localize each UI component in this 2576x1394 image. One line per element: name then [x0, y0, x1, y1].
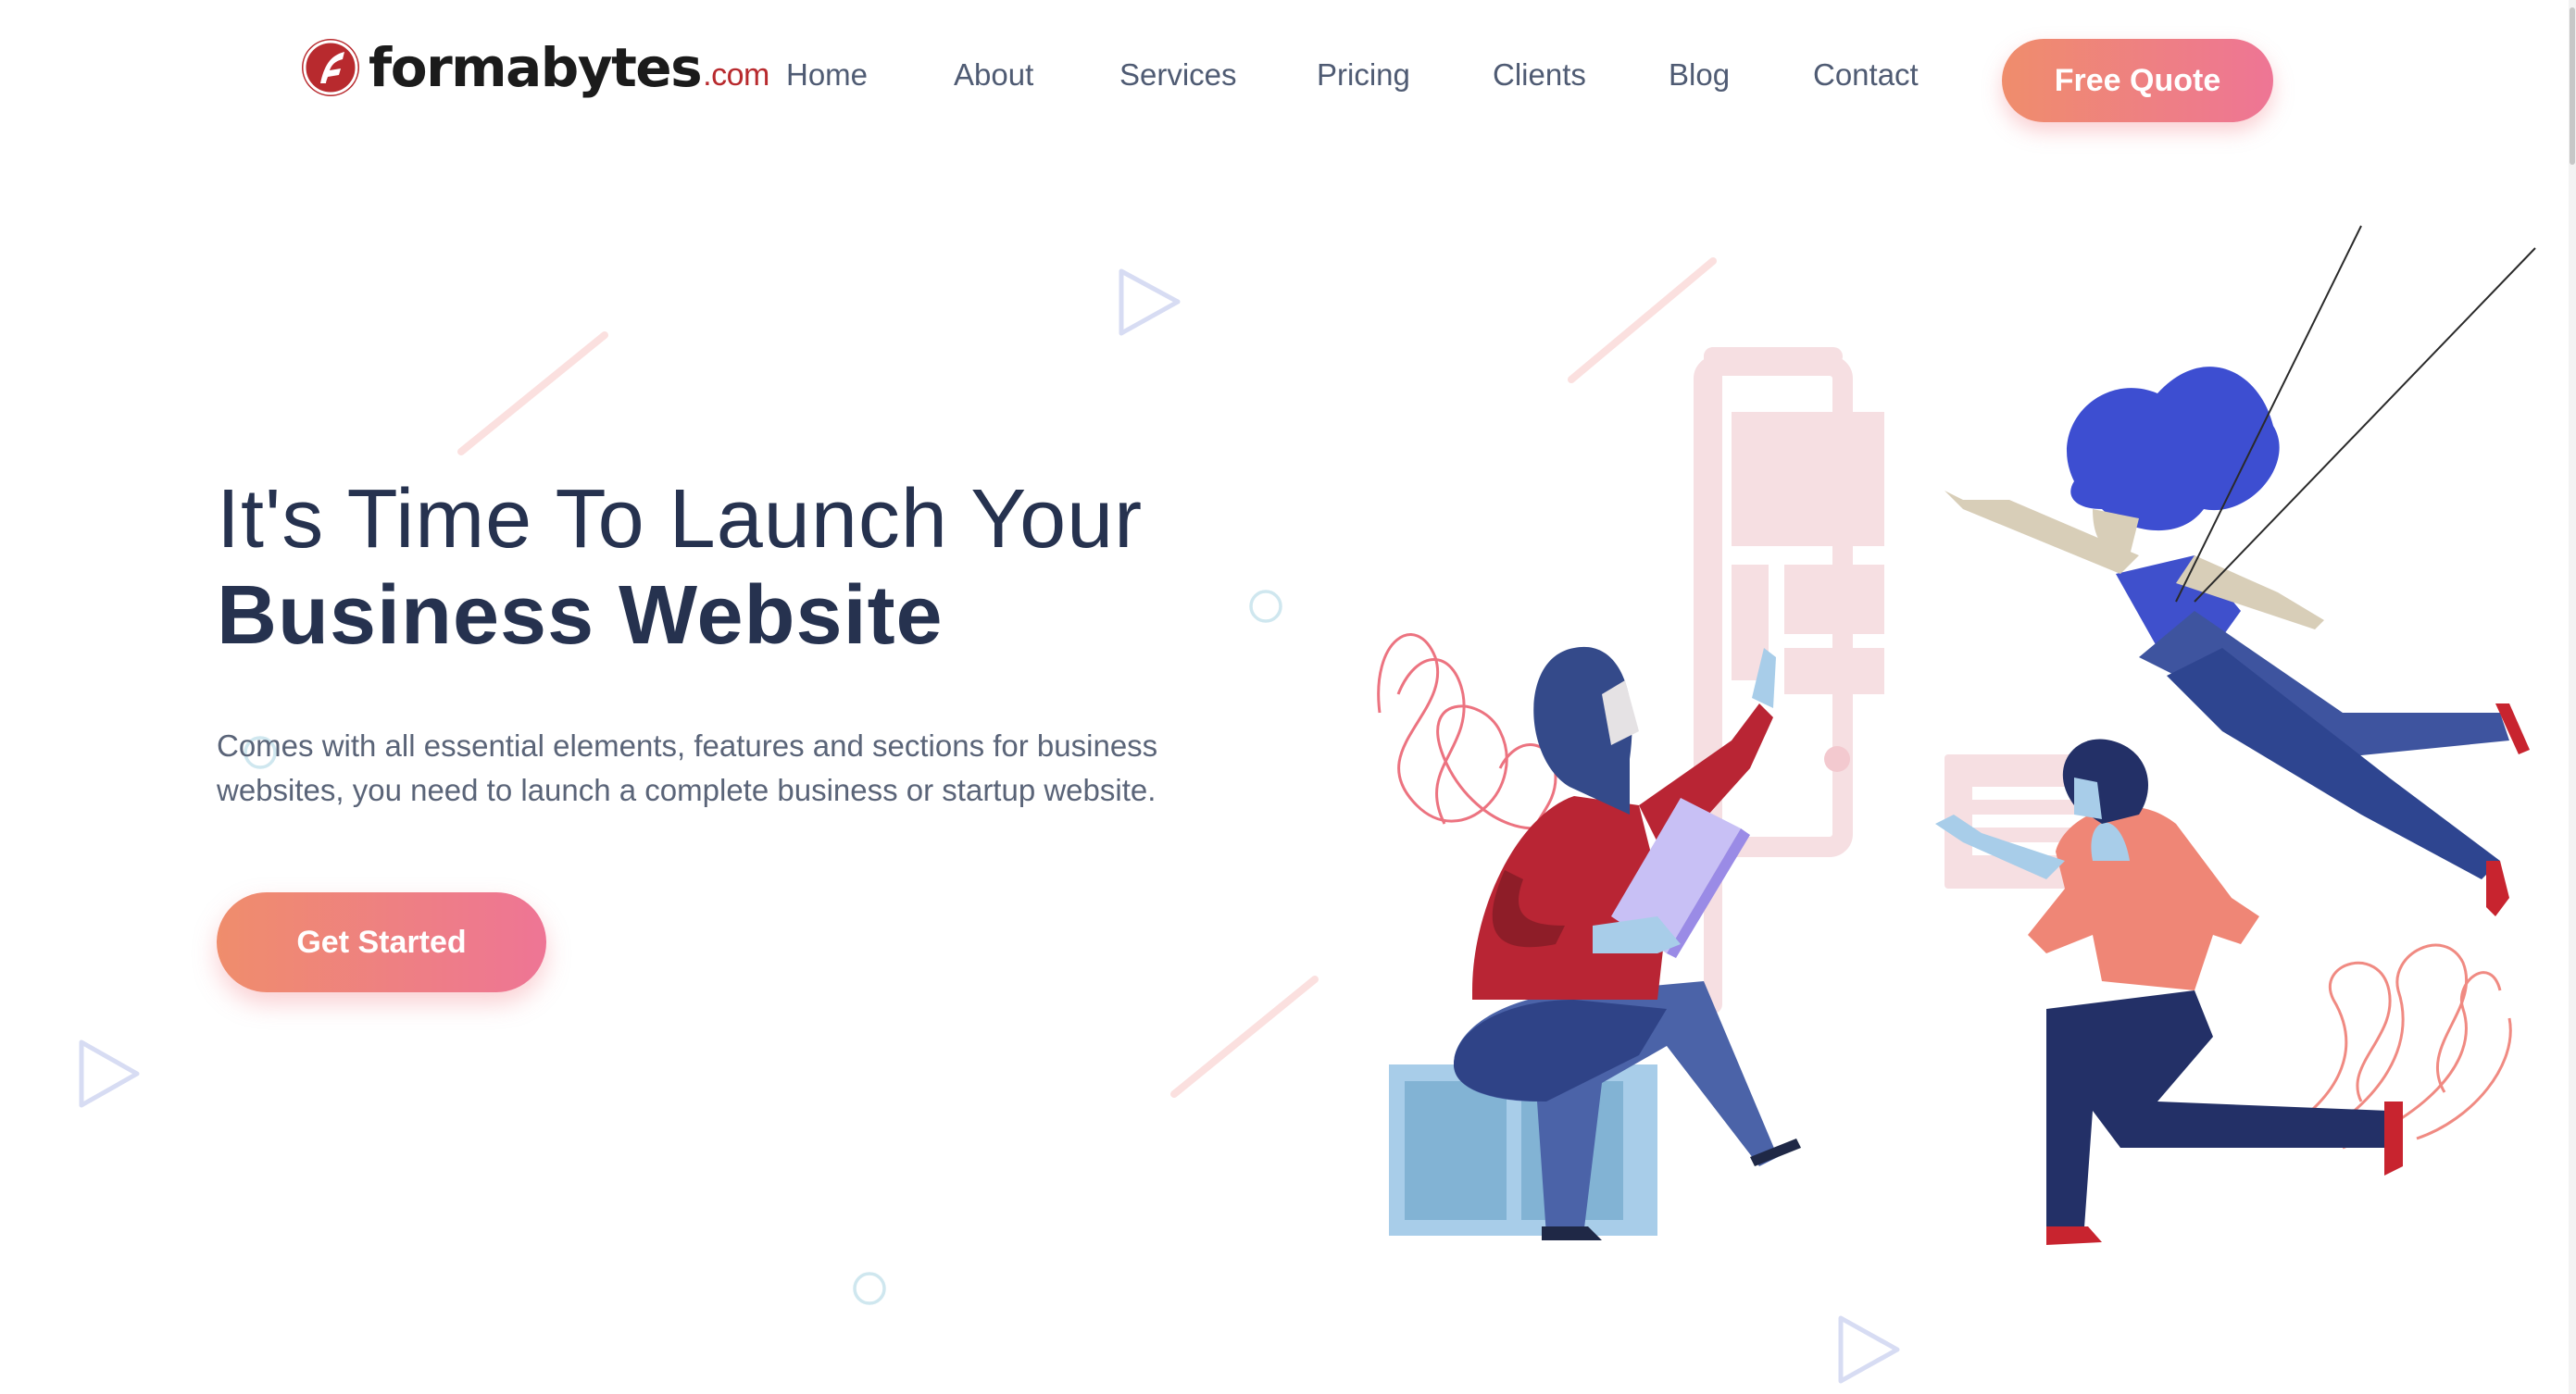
nav-item-home[interactable]: Home — [786, 57, 868, 93]
hero-title-line-1: It's Time To Launch Your — [217, 473, 1144, 566]
get-started-button[interactable]: Get Started — [217, 892, 546, 992]
scrollbar-thumb[interactable] — [2570, 7, 2575, 165]
nav-item-contact[interactable]: Contact — [1813, 57, 1919, 93]
nav-item-clients[interactable]: Clients — [1493, 57, 1586, 93]
free-quote-button[interactable]: Free Quote — [2002, 39, 2273, 122]
nav-item-pricing[interactable]: Pricing — [1317, 57, 1410, 93]
nav-item-blog[interactable]: Blog — [1669, 57, 1730, 93]
hero-illustration — [1377, 225, 2536, 1245]
nav-item-services[interactable]: Services — [1119, 57, 1237, 93]
hero-description: Comes with all essential elements, featu… — [217, 728, 1158, 807]
hero-title-line-2: Business Website — [217, 569, 944, 662]
page-scrollbar[interactable] — [2569, 0, 2576, 1394]
nav-item-about[interactable]: About — [954, 57, 1033, 93]
